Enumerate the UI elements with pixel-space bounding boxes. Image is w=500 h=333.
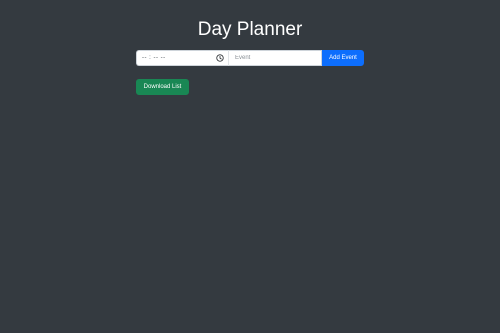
add-event-button[interactable]: Add Event xyxy=(322,50,364,66)
clock-icon[interactable] xyxy=(216,54,224,62)
event-form: -- : -- -- Add Event xyxy=(136,50,364,66)
time-placeholder: -- : -- -- xyxy=(142,55,166,61)
day-planner-page: Day Planner -- : -- -- Add Event Downloa… xyxy=(0,0,500,333)
page-title: Day Planner xyxy=(197,19,303,40)
event-input[interactable] xyxy=(228,50,322,66)
time-input[interactable]: -- : -- -- xyxy=(136,50,228,66)
download-list-button[interactable]: Download List xyxy=(136,79,189,95)
